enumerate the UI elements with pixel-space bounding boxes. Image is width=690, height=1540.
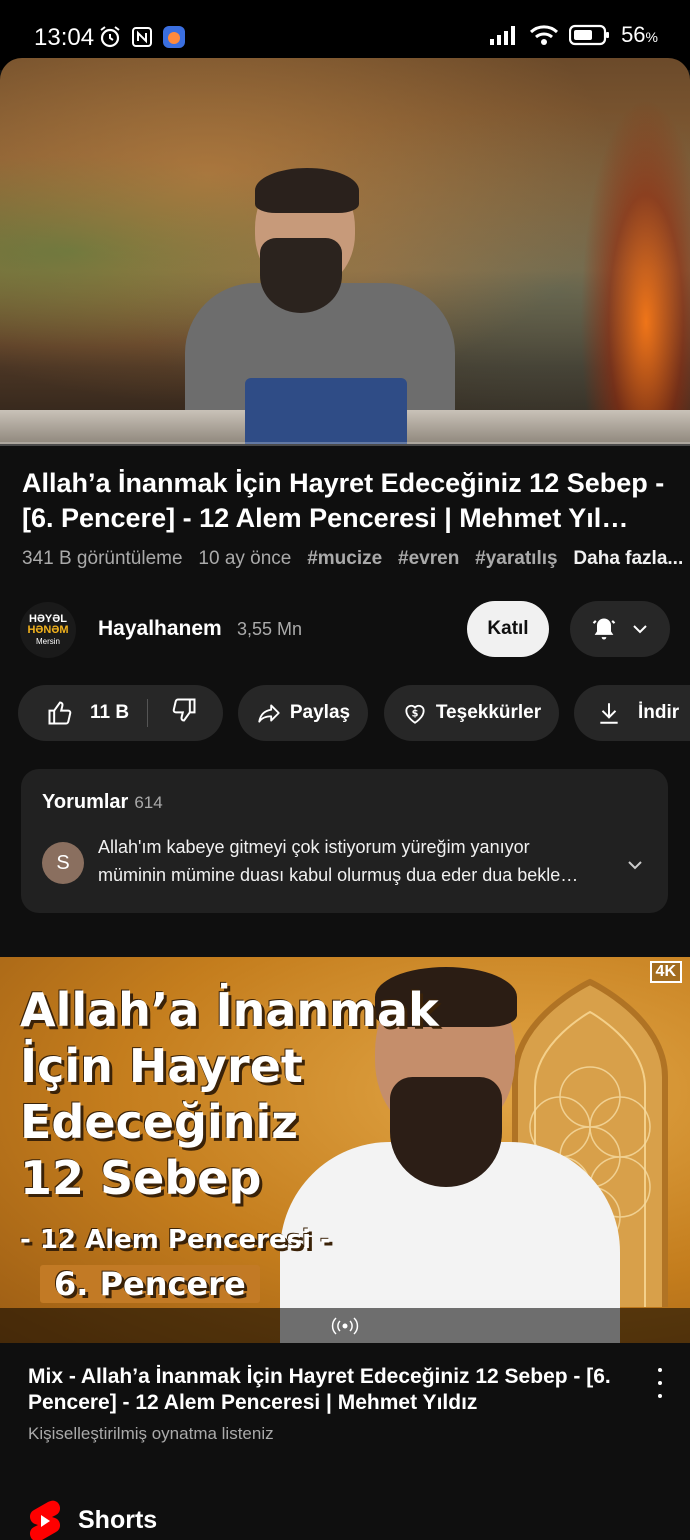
video-title[interactable]: Allah’a İnanmak İçin Hayret Edeceğiniz 1… [22,466,672,536]
video-meta[interactable]: 341 B görüntüleme 10 ay önce #mucize #ev… [22,548,683,570]
download-label: İndir [638,702,680,723]
comments-count: 614 [134,793,163,812]
subscriber-count: 3,55 Mn [237,619,303,639]
thumbnail-text: İçin Hayret [20,1039,303,1093]
svg-text:$: $ [411,708,418,719]
thumbs-down-icon [172,698,196,722]
mix-title[interactable]: Mix - Allah’a İnanmak İçin Hayret Edeceğ… [28,1364,628,1416]
thumbnail-text: 6. Pencere [40,1265,260,1303]
hashtag[interactable]: #evren [398,548,459,569]
action-bar: 11 B Paylaş $ Teşekkürler İndir [18,685,690,741]
share-button[interactable]: Paylaş [238,685,368,741]
battery-icon [569,24,610,46]
thumbnail-text: Edeceğiniz [20,1095,298,1149]
commenter-avatar: S [42,842,84,884]
thumbnail-text: - 12 Alem Penceresi - [20,1225,331,1255]
download-button[interactable]: İndir [574,685,690,741]
signal-icon [490,26,516,45]
download-icon [600,703,618,724]
like-count: 11 B [90,702,130,723]
notification-bell-button[interactable] [570,601,670,657]
mix-broadcast-icon [331,1316,359,1335]
battery-percent: 56% [621,22,658,47]
comments-title: Yorumlar [42,791,129,813]
mix-overlay-bar [0,1308,690,1343]
upload-age: 10 ay önce [198,548,292,569]
shorts-label: Shorts [78,1505,158,1534]
dislike-button[interactable] [170,696,198,730]
thumbnail-text: Allah’a İnanmak [20,983,439,1037]
status-time: 13:04 [34,24,95,51]
hashtag[interactable]: #yaratılış [475,548,557,569]
video-progress-bar[interactable] [0,442,690,446]
4k-badge: 4K [649,961,682,983]
bell-icon [592,618,616,640]
chevron-down-icon [633,625,647,634]
shorts-section-header: Shorts [28,1500,157,1540]
laptop-figure [245,378,407,444]
nfc-icon [132,27,152,47]
app-notification-icon [163,26,185,48]
mix-thumbnail[interactable]: Allah’a İnanmak İçin Hayret Edeceğiniz 1… [0,957,690,1343]
comments-header: Yorumlar 614 [42,791,163,814]
view-count: 341 B görüntüleme [22,548,183,569]
thumbs-up-icon [48,701,72,725]
heart-dollar-icon: $ [405,704,425,724]
chevron-down-icon[interactable] [625,855,645,875]
alarm-icon [100,26,120,48]
wifi-icon [530,25,559,45]
more-options-icon[interactable] [648,1368,672,1398]
channel-row: HƏYƏL HƏNƏM Mersin Hayalhanem 3,55 Mn Ka… [20,600,670,660]
like-button[interactable]: 11 B [18,699,129,727]
comments-card[interactable]: Yorumlar 614 S Allah'ım kabeye gitmeyi ço… [21,769,668,913]
thumbnail-text: 12 Sebep [20,1151,262,1205]
channel-avatar[interactable]: HƏYƏL HƏNƏM Mersin [20,602,76,658]
mix-subtitle: Kişiselleştirilmiş oynatma listeniz [28,1424,274,1443]
share-icon [258,704,280,723]
status-system-icons: 56% [489,22,658,48]
hashtag[interactable]: #mucize [307,548,382,569]
join-button[interactable]: Katıl [467,601,549,657]
shorts-logo-icon [30,1500,60,1540]
top-comment-text: Allah'ım kabeye gitmeyi çok istiyorum yü… [98,837,579,885]
more-link[interactable]: Daha fazla... [573,548,683,569]
thanks-button[interactable]: $ Teşekkürler [384,685,559,741]
share-label: Paylaş [289,702,351,723]
video-player[interactable] [0,58,690,444]
like-dislike-pill: 11 B [18,685,223,741]
thanks-label: Teşekkürler [435,702,542,723]
channel-name[interactable]: Hayalhanem [98,617,222,641]
status-notification-icons [98,25,186,49]
